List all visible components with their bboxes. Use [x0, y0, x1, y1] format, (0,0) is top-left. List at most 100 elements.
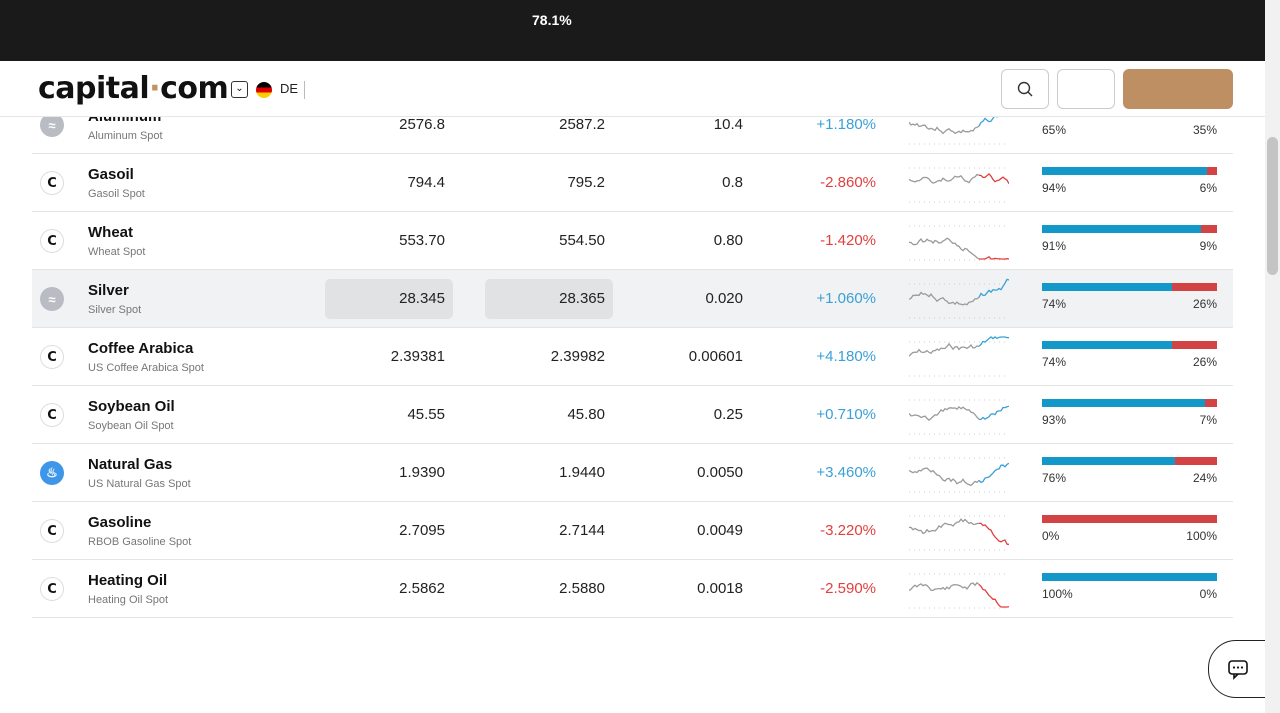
table-row[interactable]: C Heating Oil Heating Oil Spot 2.5862 2.5880… — [32, 560, 1233, 618]
sell-price[interactable]: 553.70 — [399, 232, 445, 249]
sellers-percent: 9% — [1199, 239, 1217, 253]
sell-price[interactable]: 45.55 — [407, 406, 445, 423]
markets-table: ≈AluminumAluminum Spot2576.82587.210.4+1… — [32, 96, 1233, 618]
capital-c-icon: C — [40, 345, 64, 369]
buy-price[interactable]: 2.39982 — [551, 348, 605, 365]
buyers-fill — [1042, 399, 1205, 407]
instrument-subtitle: US Coffee Arabica Spot — [88, 362, 204, 374]
sell-price[interactable]: 1.9390 — [399, 464, 445, 481]
sellers-fill — [1201, 225, 1217, 233]
logo-dot: · — [149, 71, 161, 106]
table-row[interactable]: ♨ Natural Gas US Natural Gas Spot 1.9390 1.9… — [32, 444, 1233, 502]
logo-text-end: com — [160, 71, 229, 106]
sell-price[interactable]: 2.39381 — [391, 348, 445, 365]
instrument-name[interactable]: Gasoil — [88, 166, 134, 183]
spread-value: 0.8 — [722, 174, 743, 191]
instrument-name[interactable]: Wheat — [88, 224, 133, 241]
spread-value: 0.0018 — [697, 580, 743, 597]
instrument-subtitle: Soybean Oil Spot — [88, 420, 174, 432]
table-row[interactable]: C Coffee Arabica US Coffee Arabica Spot 2.3… — [32, 328, 1233, 386]
change-percent: +1.060% — [816, 290, 876, 307]
sell-price[interactable]: 28.345 — [399, 290, 445, 307]
buyers-percent: 65% — [1042, 123, 1067, 137]
buy-price[interactable]: 2.5880 — [559, 580, 605, 597]
sentiment-bar — [1042, 283, 1217, 291]
table-row[interactable]: C Gasoil Gasoil Spot 794.4 795.2 0.8 -2.860% 9… — [32, 154, 1233, 212]
sellers-fill — [1042, 515, 1217, 523]
search-button[interactable] — [1001, 69, 1049, 109]
spread-value: 0.00601 — [688, 348, 743, 365]
change-percent: +4.180% — [816, 348, 876, 365]
sellers-percent: 24% — [1192, 471, 1217, 485]
scrollbar-track[interactable] — [1265, 0, 1280, 713]
table-row[interactable]: C Wheat Wheat Spot 553.70 554.50 0.80 -1.420% … — [32, 212, 1233, 270]
flame-icon: ♨ — [40, 461, 64, 485]
sell-price[interactable]: 2576.8 — [399, 116, 445, 133]
instrument-subtitle: US Natural Gas Spot — [88, 478, 191, 490]
sparkline-chart — [909, 167, 1009, 203]
buyers-percent: 74% — [1042, 297, 1067, 311]
capital-logo[interactable]: capital·com — [38, 71, 229, 106]
sentiment-bar — [1042, 457, 1217, 465]
buyers-fill — [1042, 225, 1202, 233]
buy-price[interactable]: 2587.2 — [559, 116, 605, 133]
sellers-percent: 35% — [1192, 123, 1217, 137]
sell-price[interactable]: 2.7095 — [399, 522, 445, 539]
sell-price[interactable]: 2.5862 — [399, 580, 445, 597]
instrument-name[interactable]: Heating Oil — [88, 572, 167, 589]
sellers-fill — [1175, 457, 1217, 465]
buyers-percent: 94% — [1042, 181, 1067, 195]
instrument-name[interactable]: Gasoline — [88, 514, 151, 531]
buyers-percent: 93% — [1042, 413, 1067, 427]
language-code[interactable]: DE — [280, 81, 298, 96]
sellers-percent: 7% — [1199, 413, 1217, 427]
buy-price[interactable]: 1.9440 — [559, 464, 605, 481]
sellers-percent: 0% — [1199, 587, 1217, 601]
sellers-fill — [1171, 341, 1217, 349]
buy-price[interactable]: 2.7144 — [559, 522, 605, 539]
login-button[interactable] — [1057, 69, 1115, 109]
instrument-name[interactable]: Silver — [88, 282, 129, 299]
buyers-percent: 91% — [1042, 239, 1067, 253]
germany-flag-icon[interactable] — [256, 82, 272, 98]
sentiment-bar — [1042, 515, 1217, 523]
sell-price[interactable]: 794.4 — [407, 174, 445, 191]
buy-price[interactable]: 45.80 — [567, 406, 605, 423]
sellers-percent: 26% — [1192, 297, 1217, 311]
chat-button[interactable] — [1208, 640, 1268, 698]
instrument-name[interactable]: Soybean Oil — [88, 398, 175, 415]
change-percent: -3.220% — [820, 522, 876, 539]
buyers-fill — [1042, 573, 1217, 581]
sellers-fill — [1204, 399, 1217, 407]
sellers-percent: 26% — [1192, 355, 1217, 369]
spread-value: 0.020 — [705, 290, 743, 307]
instrument-name[interactable]: Coffee Arabica — [88, 340, 193, 357]
spread-value: 0.25 — [713, 406, 743, 423]
buy-price[interactable]: 554.50 — [559, 232, 605, 249]
sparkline-chart — [909, 336, 1009, 377]
scrollbar-thumb[interactable] — [1267, 137, 1278, 275]
table-row[interactable]: C Gasoline RBOB Gasoline Spot 2.7095 2.7144 0… — [32, 502, 1233, 560]
sentiment-bar — [1042, 167, 1217, 175]
sparkline-chart — [909, 225, 1009, 261]
buyers-fill — [1042, 457, 1175, 465]
buy-price[interactable]: 28.365 — [559, 290, 605, 307]
sellers-fill — [1206, 167, 1217, 175]
buy-price[interactable]: 795.2 — [567, 174, 605, 191]
signup-button[interactable] — [1123, 69, 1233, 109]
table-row[interactable]: C Soybean Oil Soybean Oil Spot 45.55 45.80 0.… — [32, 386, 1233, 444]
buyers-percent: 74% — [1042, 355, 1067, 369]
silver-icon: ≈ — [40, 287, 64, 311]
sentiment-bar — [1042, 573, 1217, 581]
top-banner: 78.1% — [0, 0, 1265, 61]
change-percent: +3.460% — [816, 464, 876, 481]
sellers-percent: 6% — [1199, 181, 1217, 195]
chevron-down-icon[interactable]: ⌄ — [231, 81, 248, 98]
sentiment-bar — [1042, 341, 1217, 349]
instrument-subtitle: Gasoil Spot — [88, 188, 145, 200]
instrument-name[interactable]: Natural Gas — [88, 456, 172, 473]
instrument-subtitle: Aluminum Spot — [88, 130, 163, 142]
table-row[interactable]: ≈ Silver Silver Spot 28.345 28.365 0.020 +1.06… — [32, 270, 1233, 328]
buyers-fill — [1042, 283, 1172, 291]
instrument-subtitle: Silver Spot — [88, 304, 142, 316]
